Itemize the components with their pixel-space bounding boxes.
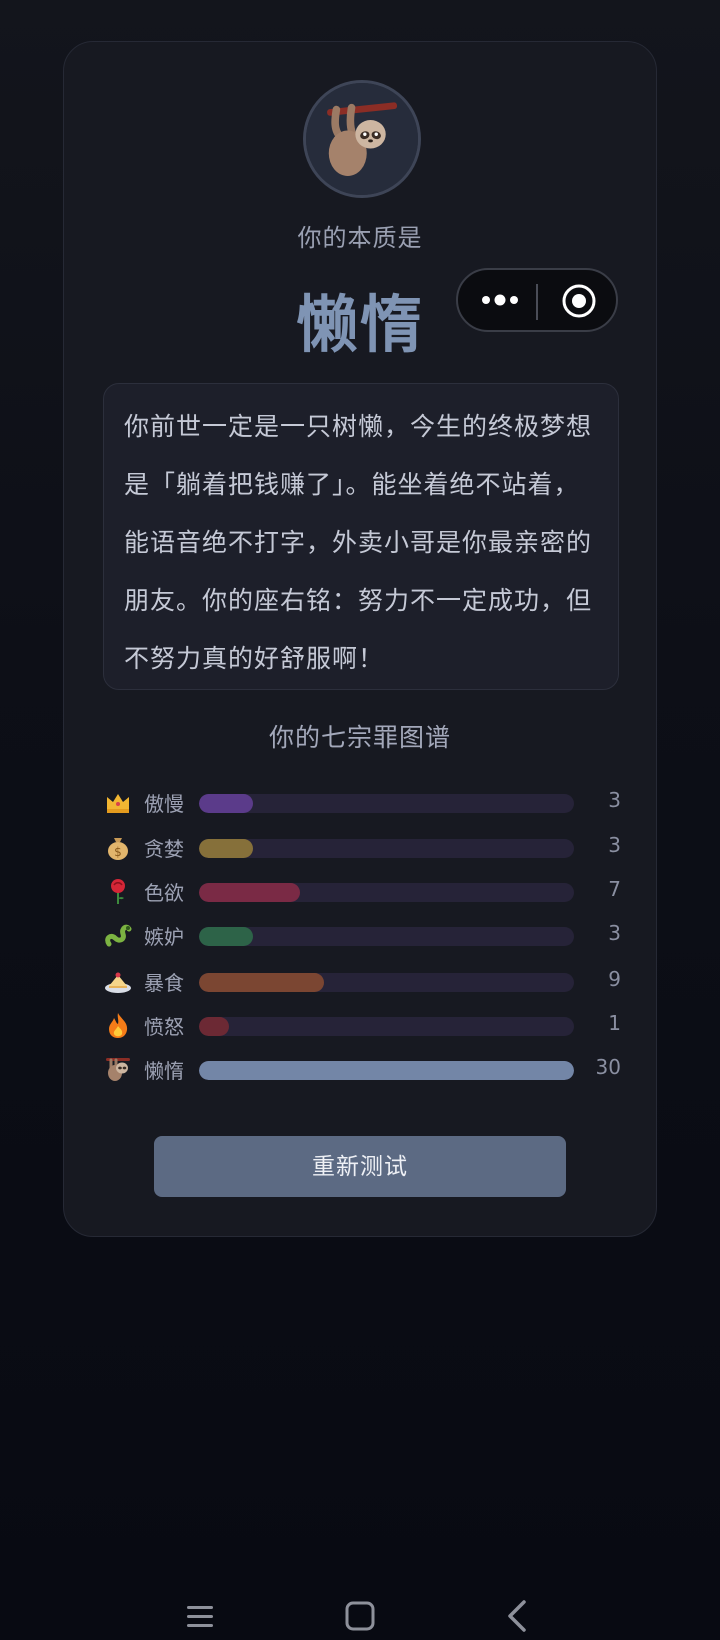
bar-label: 懒惰 — [144, 1059, 184, 1083]
target-circle-icon[interactable] — [561, 283, 597, 319]
crown-icon — [103, 787, 133, 817]
bar-value: 1 — [608, 1011, 621, 1035]
back-chevron-icon[interactable] — [496, 1596, 540, 1636]
bar-fill — [199, 1017, 229, 1036]
sloth-icon — [103, 1054, 133, 1084]
bar-fill — [199, 1061, 574, 1080]
bar-track — [199, 839, 574, 858]
bar-track — [199, 1061, 574, 1080]
svg-text:$: $ — [114, 845, 122, 859]
bar-fill — [199, 794, 253, 813]
bar-value: 7 — [608, 877, 621, 901]
chart-title: 你的七宗罪图谱 — [268, 723, 451, 752]
bar-track — [199, 1017, 574, 1036]
bar-row: 愤怒 1 — [103, 1008, 621, 1042]
bar-fill — [199, 839, 253, 858]
result-description: 你前世一定是一只树懒，今生的终极梦想是「躺着把钱赚了」。能坐着绝不站着，能语音绝… — [103, 383, 619, 690]
bar-value: 30 — [595, 1055, 621, 1079]
bar-row: 色欲 7 — [103, 874, 621, 908]
bar-row: $ 贪婪 3 — [103, 830, 621, 864]
bar-label: 嫉妒 — [144, 925, 184, 949]
bar-row: 暴食 9 — [103, 964, 621, 998]
home-square-icon[interactable] — [338, 1596, 382, 1636]
money-bag-icon: $ — [103, 832, 133, 862]
capsule-divider — [536, 284, 538, 320]
snake-icon — [103, 920, 133, 950]
result-card: 你的本质是 懒惰 你前世一定是一只树懒，今生的终极梦想是「躺着把钱赚了」。能坐着… — [63, 41, 657, 1237]
bar-track — [199, 794, 574, 813]
bar-fill — [199, 927, 253, 946]
bar-label: 傲慢 — [144, 792, 184, 816]
bar-row: 懒惰 30 — [103, 1052, 621, 1086]
menu-lines-icon[interactable] — [178, 1596, 222, 1636]
bar-row: 嫉妒 3 — [103, 918, 621, 952]
bar-track — [199, 927, 574, 946]
mini-program-capsule — [456, 268, 618, 332]
bar-track — [199, 973, 574, 992]
bar-value: 3 — [608, 921, 621, 945]
bar-label: 暴食 — [144, 971, 184, 995]
bar-row: 傲慢 3 — [103, 785, 621, 819]
more-dots-icon[interactable] — [478, 284, 522, 316]
result-subtitle: 你的本质是 — [297, 224, 423, 252]
bar-fill — [199, 973, 324, 992]
bar-value: 3 — [608, 833, 621, 857]
bar-track — [199, 883, 574, 902]
system-nav-bar — [0, 1596, 720, 1640]
bar-label: 愤怒 — [144, 1015, 184, 1039]
bar-label: 色欲 — [144, 881, 184, 905]
sloth-icon — [303, 80, 421, 198]
bar-value: 9 — [608, 967, 621, 991]
rose-icon — [103, 876, 133, 906]
bar-value: 3 — [608, 788, 621, 812]
fire-icon — [103, 1010, 133, 1040]
bar-label: 贪婪 — [144, 837, 184, 861]
bar-fill — [199, 883, 300, 902]
retry-button[interactable]: 重新测试 — [154, 1136, 566, 1197]
cake-icon — [103, 966, 133, 996]
